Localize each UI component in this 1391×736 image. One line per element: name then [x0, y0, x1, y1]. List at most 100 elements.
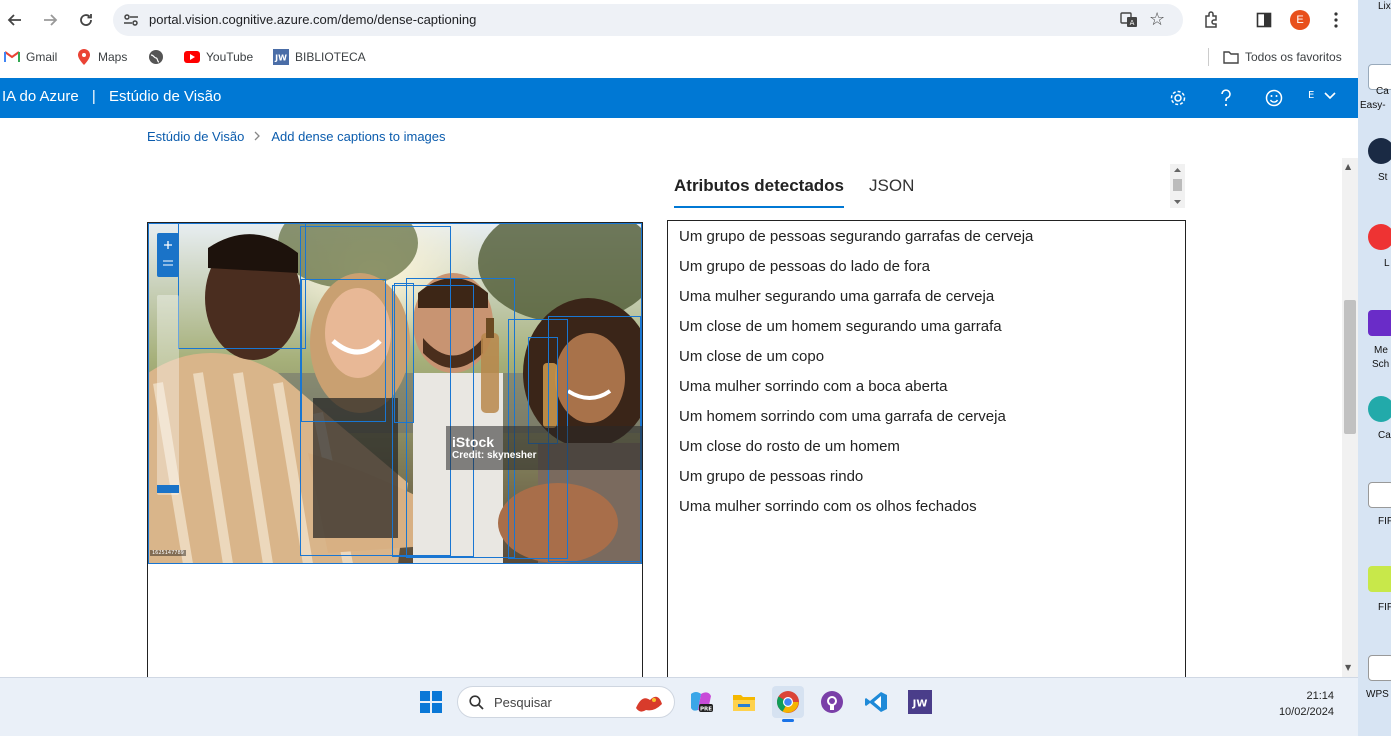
desktop-label: Ca: [1376, 86, 1389, 97]
scroll-down-icon[interactable]: ▼: [1345, 663, 1351, 672]
account-menu[interactable]: E: [1308, 90, 1336, 101]
svg-text:A: A: [1130, 19, 1135, 27]
page-scrollbar[interactable]: ▲ ▼: [1342, 158, 1358, 678]
taskbar-search[interactable]: Pesquisar: [457, 686, 675, 718]
watermark-credit: Credit: skynesher: [452, 450, 537, 461]
desktop-label: L: [1384, 258, 1390, 269]
desktop-shortcut-icon[interactable]: [1368, 310, 1391, 336]
svg-text:JW: JW: [912, 699, 928, 710]
menu-dots-icon[interactable]: [1322, 6, 1350, 34]
back-icon[interactable]: [1, 6, 29, 34]
desktop-label: Lix: [1378, 1, 1391, 12]
desktop-icons: Lix Ca Easy- St L Me Sch Ca FIF FIF WPS: [1358, 0, 1391, 736]
desktop-shortcut-icon[interactable]: [1368, 482, 1391, 508]
address-bar[interactable]: portal.vision.cognitive.azure.com/demo/d…: [113, 4, 1183, 36]
caption-item[interactable]: Um grupo de pessoas rindo: [668, 467, 1185, 497]
desktop-label: Easy-: [1360, 100, 1386, 111]
all-bookmarks[interactable]: Todos os favoritos: [1223, 48, 1342, 66]
extensions-icon[interactable]: [1197, 6, 1225, 34]
header-divider: |: [91, 88, 96, 105]
caption-item[interactable]: Um close do rosto de um homem: [668, 437, 1185, 467]
bookmark-biblioteca[interactable]: JW BIBLIOTECA: [273, 48, 366, 66]
image-panel: iStock Credit: skynesher 1625147789: [147, 222, 643, 682]
page-scrollbar-thumb[interactable]: [1344, 300, 1356, 434]
azure-header: IA do Azure | Estúdio de Visão E: [0, 78, 1358, 118]
search-placeholder: Pesquisar: [494, 695, 552, 710]
desktop-label: FIF: [1378, 516, 1391, 527]
github-icon[interactable]: [816, 686, 848, 718]
forward-icon[interactable]: [36, 6, 64, 34]
caption-item[interactable]: Um grupo de pessoas segurando garrafas d…: [668, 227, 1185, 257]
desktop-shortcut-icon[interactable]: [1368, 224, 1391, 250]
gmail-icon: [4, 49, 20, 65]
caption-item[interactable]: Um close de um copo: [668, 347, 1185, 377]
profile-avatar[interactable]: E: [1286, 6, 1314, 34]
desktop-label: FIF: [1378, 602, 1391, 613]
breadcrumb-root[interactable]: Estúdio de Visão: [147, 129, 244, 144]
bookmark-youtube[interactable]: YouTube: [184, 48, 253, 66]
help-icon[interactable]: [1214, 86, 1238, 110]
image-id: 1625147789: [150, 550, 186, 556]
azure-brand-link[interactable]: IA do Azure: [2, 88, 79, 105]
caption-item[interactable]: Uma mulher sorrindo com a boca aberta: [668, 377, 1185, 407]
active-app-indicator: [782, 719, 794, 722]
browser-toolbar: portal.vision.cognitive.azure.com/demo/d…: [0, 0, 1358, 40]
captions-list: Um grupo de pessoas segurando garrafas d…: [667, 220, 1186, 682]
desktop-shortcut-icon[interactable]: [1368, 655, 1391, 681]
result-tabs: Atributos detectados JSON: [674, 176, 914, 208]
folder-icon: [1223, 49, 1239, 65]
zoom-slider-track[interactable]: [157, 295, 179, 495]
bookmark-gmail[interactable]: Gmail: [4, 48, 57, 66]
zoom-control[interactable]: [157, 233, 179, 277]
jw-icon: JW: [273, 49, 289, 65]
product-name-link[interactable]: Estúdio de Visão: [109, 88, 221, 105]
scroll-up-icon[interactable]: ▲: [1345, 162, 1351, 171]
desktop-shortcut-icon[interactable]: [1368, 566, 1391, 592]
desktop-label: St: [1378, 172, 1388, 183]
bookmarks-bar: Gmail Maps YouTube JW BIBLIOTECA Todos o…: [0, 40, 1358, 74]
desktop-shortcut-icon[interactable]: [1368, 138, 1391, 164]
caption-item[interactable]: Um grupo de pessoas do lado de fora: [668, 257, 1185, 287]
tab-detected-attributes[interactable]: Atributos detectados: [674, 176, 845, 208]
globe-icon: [148, 49, 164, 65]
maps-pin-icon: [76, 49, 92, 65]
chevron-down-icon: [1324, 91, 1336, 99]
caption-item[interactable]: Uma mulher sorrindo com os olhos fechado…: [668, 497, 1185, 527]
bookmark-globe[interactable]: [148, 48, 170, 66]
side-panel-icon[interactable]: [1250, 6, 1278, 34]
tabs-scrollbar[interactable]: [1170, 164, 1185, 208]
site-settings-icon[interactable]: [121, 10, 141, 30]
vscode-icon[interactable]: [860, 686, 892, 718]
jw-library-icon[interactable]: JW: [904, 686, 936, 718]
account-initial: E: [1308, 90, 1315, 101]
header-title: IA do Azure | Estúdio de Visão: [2, 88, 221, 105]
desktop-label: WPS: [1366, 689, 1389, 700]
clock-time: 21:14: [1306, 690, 1334, 702]
bbox-10[interactable]: [394, 283, 414, 423]
windows-start-icon[interactable]: [415, 686, 447, 718]
feedback-smiley-icon[interactable]: [1262, 86, 1286, 110]
bookmark-star-icon[interactable]: ☆: [1149, 9, 1169, 30]
caption-item[interactable]: Um homem sorrindo com uma garrafa de cer…: [668, 407, 1185, 437]
desktop-shortcut-icon[interactable]: [1368, 396, 1391, 422]
reload-icon[interactable]: [72, 6, 100, 34]
caption-item[interactable]: Uma mulher segurando uma garrafa de cerv…: [668, 287, 1185, 317]
tab-json[interactable]: JSON: [869, 176, 914, 208]
zoom-slider-thumb[interactable]: [157, 485, 179, 493]
taskbar: Pesquisar PRE JW 21:14 10/02/2024: [0, 677, 1358, 736]
caption-item[interactable]: Um close de um homem segurando uma garra…: [668, 317, 1185, 347]
settings-gear-icon[interactable]: [1166, 86, 1190, 110]
watermark-brand: iStock: [452, 434, 495, 450]
search-icon: [469, 695, 484, 710]
url-text: portal.vision.cognitive.azure.com/demo/d…: [149, 12, 477, 27]
system-clock[interactable]: 21:14 10/02/2024: [1279, 688, 1334, 720]
copilot-icon[interactable]: PRE: [685, 686, 717, 718]
translate-icon[interactable]: A: [1119, 10, 1139, 30]
breadcrumb-current[interactable]: Add dense captions to images: [271, 129, 445, 144]
desktop-label: Me: [1374, 345, 1388, 356]
bookmark-maps[interactable]: Maps: [76, 48, 127, 66]
youtube-icon: [184, 49, 200, 65]
analyzed-photo: iStock Credit: skynesher 1625147789: [148, 223, 642, 564]
file-explorer-icon[interactable]: [728, 686, 760, 718]
chrome-icon[interactable]: [772, 686, 804, 722]
